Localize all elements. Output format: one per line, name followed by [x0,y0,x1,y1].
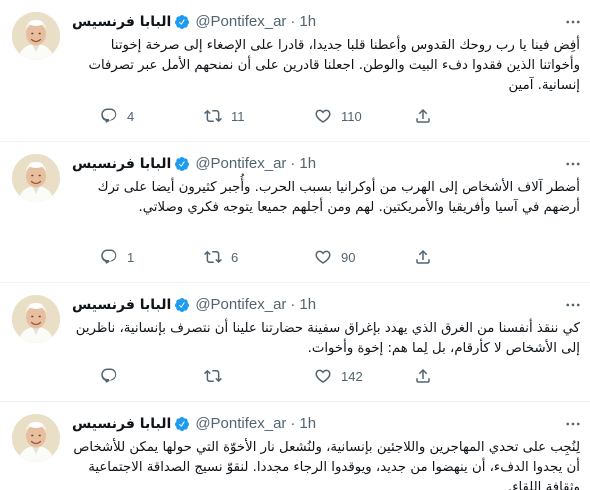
more-options-icon[interactable] [562,11,584,33]
retweet-icon [204,248,222,266]
author-handle[interactable]: @Pontifex_ar [195,154,286,174]
tweet[interactable]: البابا فرنسيس @Pontifex_ar · 1h أفِض فينا ي… [0,0,590,142]
retweet-icon [204,367,222,385]
share-icon [414,248,432,266]
reply-icon [100,367,118,385]
reply-icon [100,248,118,266]
verified-badge-icon [174,416,190,432]
heart-icon [314,107,332,125]
retweet-button[interactable] [204,366,231,386]
header-separator: · [290,155,296,172]
tweet-header: البابا فرنسيس @Pontifex_ar · 1h [72,414,316,434]
tweet-actions: 142 [100,366,520,386]
like-button[interactable]: 110 [314,106,362,126]
pope-portrait-avatar[interactable] [12,12,60,60]
tweet-timestamp[interactable]: 1h [299,12,316,32]
reply-button[interactable] [100,366,127,386]
tweet[interactable]: البابا فرنسيس @Pontifex_ar · 1h كي ننقذ أنف… [0,283,590,402]
tweet-text: أضطر آلاف الأشخاص إلى الهرب من أوكرانيا … [97,180,580,215]
tweet-text: كي ننقذ أنفسنا من الغرق الذي يهدد بإغراق… [75,321,580,356]
like-count: 90 [341,249,356,265]
reply-button[interactable]: 4 [100,106,134,126]
retweet-count: 11 [231,108,245,124]
tweet-timestamp[interactable]: 1h [299,414,316,434]
tweet-header: البابا فرنسيس @Pontifex_ar · 1h [72,154,316,174]
tweet-header: البابا فرنسيس @Pontifex_ar · 1h [72,12,316,32]
more-options-icon[interactable] [562,413,584,435]
author-name[interactable]: البابا فرنسيس [72,414,171,434]
pope-portrait-avatar[interactable] [12,295,60,343]
more-options-icon[interactable] [562,153,584,175]
share-button[interactable] [414,366,432,386]
tweet-timestamp[interactable]: 1h [299,295,316,315]
author-handle[interactable]: @Pontifex_ar [195,295,286,315]
reply-icon [100,107,118,125]
author-name[interactable]: البابا فرنسيس [72,12,171,32]
header-separator: · [290,13,296,30]
pope-portrait-avatar[interactable] [12,414,60,462]
share-button[interactable] [414,106,432,126]
tweet-timestamp[interactable]: 1h [299,154,316,174]
more-options-icon[interactable] [562,294,584,316]
tweet-actions: 1 6 90 [100,247,520,267]
reply-count: 4 [127,108,135,124]
share-button[interactable] [414,247,432,267]
share-icon [414,107,432,125]
header-separator: · [290,296,296,313]
share-icon [414,367,432,385]
author-name[interactable]: البابا فرنسيس [72,295,171,315]
verified-badge-icon [174,156,190,172]
tweet-text: لِنُجِب على تحدي المهاجرين واللاجئين بإن… [73,440,580,490]
retweet-count: 6 [231,249,239,265]
verified-badge-icon [174,14,190,30]
author-handle[interactable]: @Pontifex_ar [195,12,286,32]
tweet-header: البابا فرنسيس @Pontifex_ar · 1h [72,295,316,315]
author-handle[interactable]: @Pontifex_ar [195,414,286,434]
heart-icon [314,248,332,266]
tweet-text: أفِض فينا يا رب روحك القدوس وأعطنا قلبا … [88,38,580,93]
author-name[interactable]: البابا فرنسيس [72,154,171,174]
like-count: 142 [341,368,363,384]
like-button[interactable]: 90 [314,247,355,267]
verified-badge-icon [174,297,190,313]
pope-portrait-avatar[interactable] [12,154,60,202]
reply-count: 1 [127,249,135,265]
tweet[interactable]: البابا فرنسيس @Pontifex_ar · 1h لِنُجِب على… [0,402,590,490]
tweet-actions: 4 11 110 [100,106,520,126]
reply-button[interactable]: 1 [100,247,134,267]
retweet-button[interactable]: 11 [204,106,245,126]
header-separator: · [290,415,296,432]
retweet-button[interactable]: 6 [204,247,238,267]
tweet-feed: البابا فرنسيس @Pontifex_ar · 1h أفِض فينا ي… [0,0,590,490]
retweet-icon [204,107,222,125]
tweet[interactable]: البابا فرنسيس @Pontifex_ar · 1h أضطر آلاف ا… [0,142,590,283]
heart-icon [314,367,332,385]
like-button[interactable]: 142 [314,366,363,386]
like-count: 110 [341,108,362,124]
